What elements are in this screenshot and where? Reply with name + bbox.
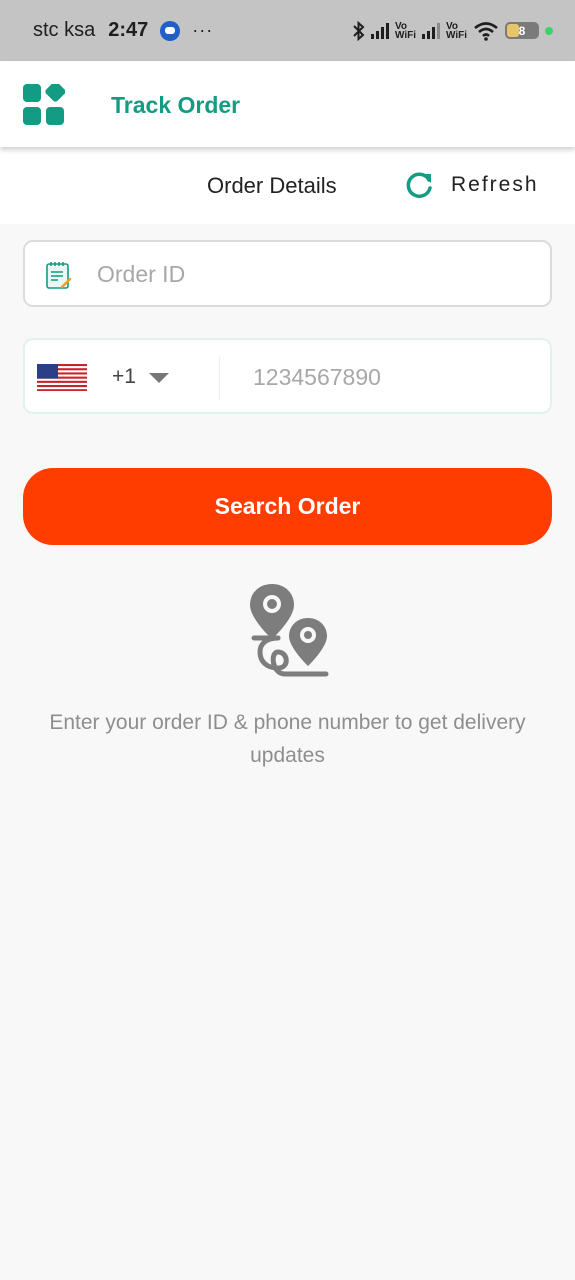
refresh-button[interactable]: Refresh: [405, 170, 539, 200]
section-title: Order Details: [207, 173, 337, 198]
status-right: Vo WiFi Vo WiFi 8: [353, 20, 553, 41]
country-code-picker[interactable]: +1: [25, 340, 220, 412]
app-bar: Track Order: [0, 61, 575, 147]
us-flag-icon: [37, 364, 87, 391]
route-location-icon: [250, 584, 329, 677]
order-document-icon: [46, 262, 72, 289]
bluetooth-icon: [353, 20, 365, 41]
battery-level: 8: [518, 23, 526, 38]
phone-field[interactable]: +1: [23, 338, 552, 414]
page-title: Track Order: [111, 92, 241, 118]
search-order-button[interactable]: Search Order: [23, 468, 552, 545]
refresh-label: Refresh: [451, 173, 539, 196]
divider: [219, 356, 220, 400]
vowifi-label: Vo WiFi: [394, 20, 416, 41]
dial-code: +1: [112, 365, 136, 388]
signal-icon: [370, 22, 389, 39]
wifi-icon: [474, 21, 498, 41]
battery-icon: 8: [505, 22, 539, 39]
status-bar: stc ksa 2:47 ··· Vo WiFi Vo WiFi 8: [0, 0, 575, 61]
message-icon: [160, 20, 181, 41]
signal-icon-2: [421, 22, 440, 39]
order-details-header: Order Details Refresh: [0, 147, 575, 224]
refresh-icon: [406, 172, 432, 198]
apps-grid-icon[interactable]: [23, 84, 65, 126]
privacy-indicator-dot: [545, 26, 553, 35]
phone-input[interactable]: [253, 357, 543, 397]
vowifi-label-2: Vo WiFi: [445, 20, 467, 41]
empty-state-message: Enter your order ID & phone number to ge…: [49, 711, 526, 767]
carrier-name: stc ksa: [33, 19, 96, 41]
chevron-down-icon: [149, 373, 169, 383]
status-left: stc ksa 2:47 ···: [33, 19, 213, 42]
order-id-field[interactable]: [23, 240, 552, 307]
more-notifications-icon: ···: [192, 20, 214, 40]
order-id-input[interactable]: [97, 254, 537, 294]
clock: 2:47: [108, 19, 149, 41]
